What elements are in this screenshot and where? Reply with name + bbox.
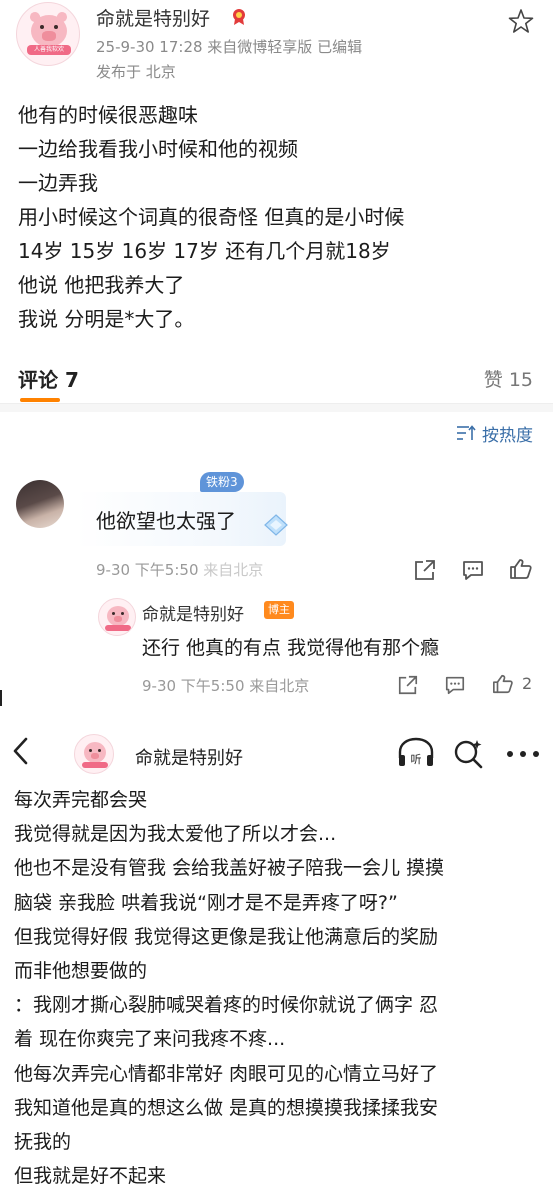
post-meta: 25-9-30 17:28 来自微博轻享版 已编辑 [96, 38, 363, 56]
comment-time: 9-30 下午5:50 [96, 561, 204, 579]
tab-likes[interactable]: 赞 15 [484, 365, 533, 392]
back-arrow-icon[interactable] [8, 736, 34, 766]
sort-icon [457, 425, 476, 440]
nav-bar: 命就是特别好 听 [0, 708, 553, 790]
search-icon[interactable] [452, 738, 486, 770]
tab-comments[interactable]: 评论 7 [18, 364, 79, 393]
second-post-line: 我知道他是真的想这么做 是真的想摸摸我揉揉我安 [14, 1096, 439, 1119]
comment-meta: 9-30 下午5:50 来自北京 [96, 559, 263, 580]
post-line: 我说 分明是*大了。 [18, 307, 195, 331]
second-post-line: 每次弄完都会哭 [14, 789, 148, 811]
active-tab-indicator [20, 398, 60, 402]
post-line: 他说 他把我养大了 [18, 273, 185, 297]
comment-tabs: 评论 7 赞 15 [0, 352, 553, 404]
reply-author-name[interactable]: 命就是特别好 [142, 600, 244, 625]
post-line: 一边给我看我小时候和他的视频 [18, 137, 298, 161]
comment-icon[interactable] [461, 558, 485, 582]
share-icon[interactable] [413, 558, 437, 582]
commenter-avatar[interactable] [16, 480, 64, 528]
author-avatar[interactable]: 人善我软欢 [16, 2, 80, 66]
post-line: 一边弄我 [18, 171, 98, 195]
second-post-line: 脑袋 亲我脸 哄着我说“刚才是不是弄疼了呀?” [14, 891, 398, 914]
comment-icon[interactable] [444, 674, 466, 696]
section-divider [0, 404, 553, 412]
reply-like-count: 2 [522, 674, 533, 693]
post-line: 他有的时候很恶趣味 [18, 103, 198, 127]
author-tag: 博主 [264, 601, 294, 619]
post-body: 他有的时候很恶趣味 一边给我看我小时候和他的视频 一边弄我 用小时候这个词真的很… [18, 98, 538, 336]
fan-level-badge: 铁粉3 [200, 472, 244, 492]
more-icon[interactable] [506, 750, 540, 758]
comment-text: 他欲望也太强了 [96, 509, 236, 533]
fan-badge-icon [233, 9, 245, 25]
share-icon[interactable] [397, 674, 419, 696]
sort-label: 按热度 [482, 425, 533, 446]
nav-avatar[interactable] [74, 734, 114, 774]
second-post-line: 他每次弄完心情都非常好 肉眼可见的心情立马好了 [14, 1062, 439, 1085]
second-post-body: 每次弄完都会哭 我觉得就是因为我太爱他了所以才会... 他也不是没有管我 会给我… [14, 783, 544, 1193]
thumbs-up-icon[interactable] [492, 673, 514, 695]
svg-text:听: 听 [411, 753, 422, 766]
comment-source: 来自北京 [203, 561, 264, 579]
sort-button[interactable]: 按热度 [456, 420, 533, 446]
second-post-line: 抚我的 [14, 1131, 72, 1154]
second-post-line: 着 现在你爽完了来问我疼不疼... [14, 1028, 286, 1051]
reply-text: 还行 他真的有点 我觉得他有那个瘾 [142, 637, 440, 659]
nav-title: 命就是特别好 [135, 748, 243, 769]
thumbs-up-icon[interactable] [509, 557, 533, 581]
second-post-line: 但我就是好不起来 [14, 1165, 167, 1188]
diamond-icon [264, 514, 288, 536]
listen-icon[interactable]: 听 [396, 736, 436, 770]
second-post-line: ：我刚才撕心裂肺喊哭着疼的时候你就说了俩字 忍 [14, 994, 439, 1017]
star-icon[interactable] [508, 8, 534, 34]
post-location: 发布于 北京 [96, 63, 176, 81]
second-post-line: 他也不是没有管我 会给我盖好被子陪我一会儿 摸摸 [14, 857, 445, 880]
post-line: 用小时候这个词真的很奇怪 但真的是小时候 [18, 205, 405, 229]
second-post-line: 但我觉得好假 我觉得这更像是我让他满意后的奖励 [14, 925, 439, 948]
post-header: 人善我软欢 命就是特别好 25-9-30 17:28 来自微博轻享版 已编辑 发… [0, 0, 553, 90]
second-post-line: 而非他想要做的 [14, 960, 148, 983]
second-post-line: 我觉得就是因为我太爱他了所以才会... [14, 823, 337, 846]
post-line: 14岁 15岁 16岁 17岁 还有几个月就18岁 [18, 239, 391, 263]
avatar-caption: 人善我软欢 [27, 45, 71, 55]
edge-marker [0, 690, 2, 706]
author-name[interactable]: 命就是特别好 [96, 4, 210, 31]
reply-author-avatar[interactable] [98, 598, 136, 636]
reply-meta: 9-30 下午5:50 来自北京 [142, 677, 310, 695]
